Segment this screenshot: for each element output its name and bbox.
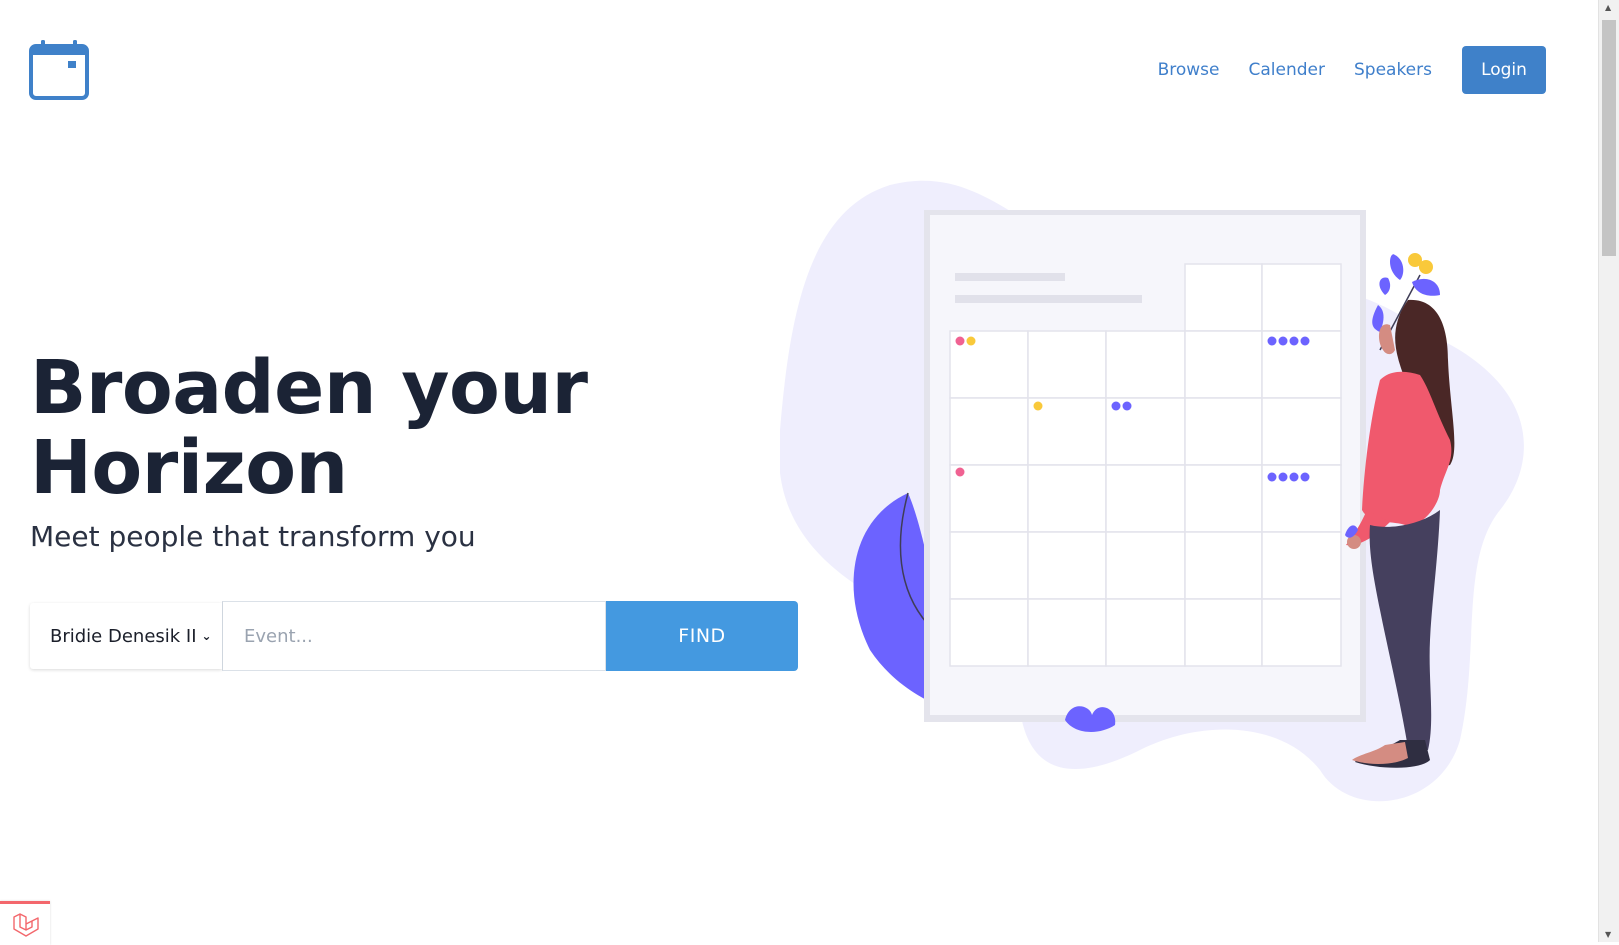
find-button[interactable]: FIND — [606, 601, 798, 671]
event-search-input[interactable] — [222, 601, 606, 671]
scroll-down-arrow-icon[interactable]: ▼ — [1605, 930, 1611, 939]
scroll-up-arrow-icon[interactable]: ▲ — [1605, 3, 1611, 12]
calendar-woman-illustration — [780, 180, 1524, 802]
landing-page: Browse Calender Speakers Login Broaden y… — [0, 0, 1598, 942]
debugbar-toggle[interactable] — [0, 901, 50, 945]
main-nav: Browse Calender Speakers Login — [1129, 46, 1546, 94]
hero-title-line2: Horizon — [30, 425, 348, 511]
hero-subtitle: Meet people that transform you — [30, 520, 476, 553]
vertical-scrollbar[interactable]: ▲ ▼ — [1598, 0, 1619, 942]
nav-calender-link[interactable]: Calender — [1249, 46, 1325, 94]
nav-speakers-link[interactable]: Speakers — [1354, 46, 1432, 94]
speaker-select[interactable]: Bridie Denesik II ⌄ — [30, 603, 222, 669]
calendar-grid — [949, 330, 1342, 667]
hero-title: Broaden your Horizon — [30, 348, 588, 508]
login-button[interactable]: Login — [1462, 46, 1546, 94]
laravel-icon — [13, 912, 39, 937]
scrollbar-thumb[interactable] — [1602, 20, 1616, 256]
calendar-icon[interactable] — [28, 38, 90, 102]
hero-title-line1: Broaden your — [30, 345, 588, 431]
chevron-down-icon: ⌄ — [201, 629, 212, 643]
event-search-form: Bridie Denesik II ⌄ FIND — [30, 601, 798, 671]
speaker-select-value: Bridie Denesik II — [50, 625, 197, 647]
nav-browse-link[interactable]: Browse — [1158, 46, 1220, 94]
